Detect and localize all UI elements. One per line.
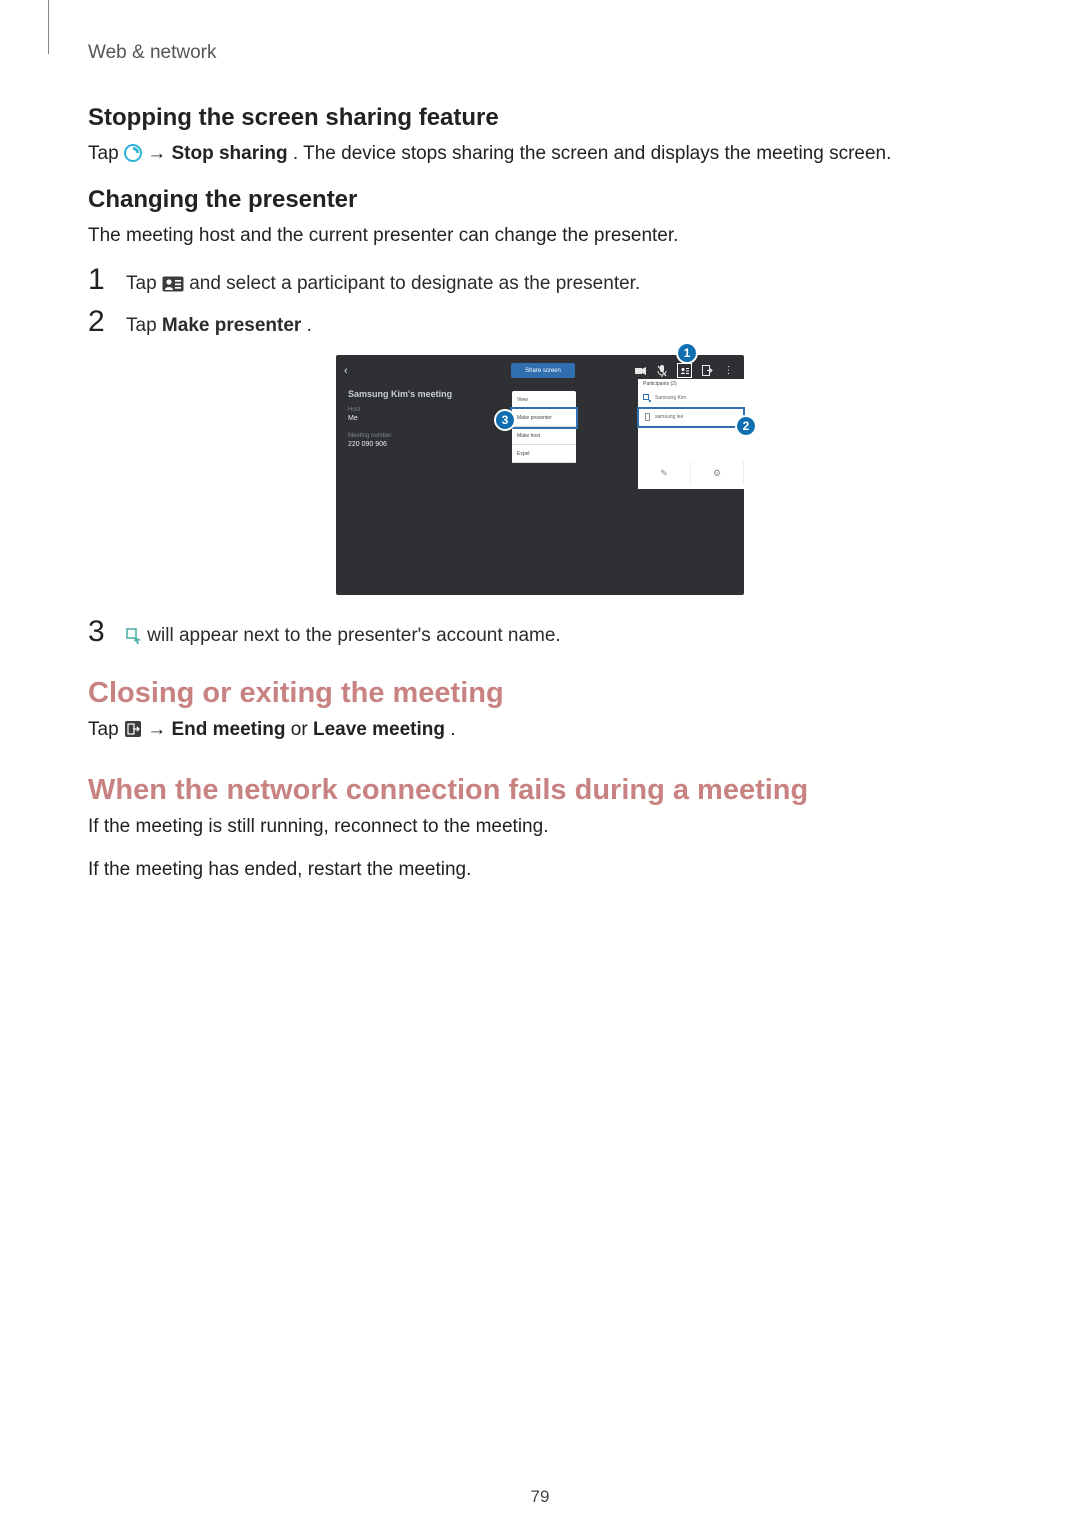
- presenter-badge-icon: [643, 394, 651, 402]
- context-menu: View Make presenter Make host Expel: [512, 391, 576, 463]
- meeting-number-label: Meeting number: [348, 433, 391, 439]
- host-label: Host: [348, 407, 360, 413]
- step-3: 3 will appear next to the presenter's ac…: [88, 617, 992, 647]
- participant-row-1: Samsung Kim: [638, 389, 744, 408]
- close-post: .: [450, 719, 455, 740]
- more-icon: ⋮: [723, 365, 734, 376]
- video-icon: [635, 365, 646, 376]
- host-value: Me: [348, 415, 358, 422]
- settings-icon: ⚙: [691, 461, 744, 485]
- panel-actions: ✎ ⚙: [638, 461, 744, 485]
- step-num-3: 3: [88, 617, 112, 647]
- step-2: 2 Tap Make presenter .: [88, 307, 992, 337]
- participants-panel: Participants (2) Samsung Kim samsung lee…: [638, 379, 744, 489]
- share-screen-button: Share screen: [511, 363, 575, 378]
- step-1: 1 Tap and select a participant to design…: [88, 265, 992, 295]
- step2-bold: Make presenter: [162, 315, 301, 336]
- callout-2: 2: [737, 417, 755, 435]
- page-number: 79: [0, 1487, 1080, 1507]
- heading-stop-sharing: Stopping the screen sharing feature: [88, 104, 992, 132]
- presenter-cursor-icon: [126, 628, 142, 644]
- participants-icon: [162, 276, 184, 292]
- callout-1: 1: [678, 344, 696, 362]
- bold-end-meeting: End meeting: [171, 719, 285, 740]
- participant-row-2: samsung lee: [638, 408, 744, 427]
- close-pre: Tap: [88, 719, 124, 740]
- breadcrumb: Web & network: [88, 42, 992, 64]
- menu-make-presenter: Make presenter: [512, 409, 576, 427]
- meeting-number-value: 220 090 906: [348, 441, 387, 448]
- participants-boxed-icon: [677, 363, 692, 378]
- menu-expel: Expel: [512, 445, 576, 463]
- callout-3: 3: [496, 411, 514, 429]
- text-rest: . The device stops sharing the screen an…: [293, 143, 892, 164]
- heading-closing: Closing or exiting the meeting: [88, 677, 992, 710]
- phone-icon: [643, 413, 651, 421]
- close-mid: or: [291, 719, 313, 740]
- step1-post: and select a participant to designate as…: [189, 273, 640, 294]
- step1-pre: Tap: [126, 273, 162, 294]
- bold-stop-sharing: Stop sharing: [171, 143, 287, 164]
- participant-2-name: samsung lee: [655, 414, 683, 420]
- para-network-2: If the meeting has ended, restart the me…: [88, 856, 992, 884]
- para-closing: Tap → End meeting or Leave meeting .: [88, 716, 992, 744]
- step3-post: will appear next to the presenter's acco…: [147, 625, 560, 646]
- meeting-title: Samsung Kim's meeting: [348, 389, 452, 399]
- step2-post: .: [307, 315, 312, 336]
- participant-1-name: Samsung Kim: [655, 395, 686, 401]
- steps-list: 1 Tap and select a participant to design…: [88, 265, 992, 337]
- header-margin: [48, 0, 49, 54]
- step-num-2: 2: [88, 307, 112, 337]
- para-stop-sharing: Tap → Stop sharing . The device stops sh…: [88, 140, 992, 168]
- participants-header: Participants (2): [638, 379, 744, 389]
- para-change-presenter: The meeting host and the current present…: [88, 222, 992, 250]
- bold-leave-meeting: Leave meeting: [313, 719, 445, 740]
- device-screenshot: ‹ Share screen ⋮ Samsung Kim's meeting H…: [336, 355, 744, 595]
- step2-pre: Tap: [126, 315, 162, 336]
- mic-off-icon: [656, 365, 667, 376]
- para-network-1: If the meeting is still running, reconne…: [88, 813, 992, 841]
- heading-change-presenter: Changing the presenter: [88, 186, 992, 214]
- steps-list-cont: 3 will appear next to the presenter's ac…: [88, 617, 992, 647]
- heading-network-fail: When the network connection fails during…: [88, 774, 992, 807]
- menu-make-host: Make host: [512, 427, 576, 445]
- text-tap: Tap: [88, 143, 124, 164]
- arrow: →: [147, 143, 171, 164]
- exit-door-icon-inline: [124, 720, 142, 738]
- screen-share-orb-icon: [124, 144, 142, 162]
- menu-view: View: [512, 391, 576, 409]
- exit-door-icon: [702, 365, 713, 376]
- back-icon: ‹: [344, 365, 348, 377]
- step-num-1: 1: [88, 265, 112, 295]
- draw-icon: ✎: [638, 461, 691, 485]
- toolbar-icons: ⋮: [635, 363, 734, 378]
- close-arrow: →: [147, 719, 171, 740]
